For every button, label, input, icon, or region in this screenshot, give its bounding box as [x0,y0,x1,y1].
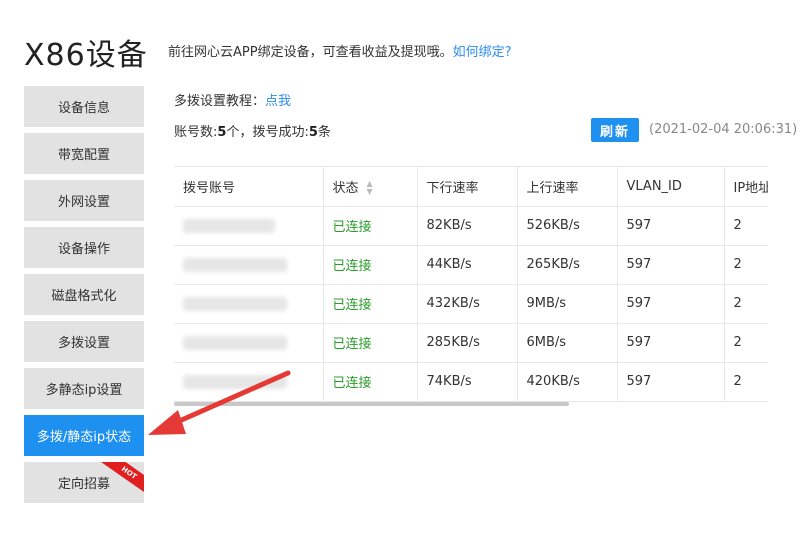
cell-down: 74KB/s [417,362,518,402]
table-row: 已连接 285KB/s 6MB/s 597 2 [174,323,768,363]
cell-status: 已连接 [323,245,418,285]
column-header-label: 上行速率 [526,180,579,196]
sidebar-item-label: 定向招募 [57,477,110,492]
cell-up: 9MB/s [517,284,618,324]
sidebar-item-label: 磁盘格式化 [51,289,117,304]
column-header-label: 拨号账号 [183,180,236,196]
summary-middle: 个，拨号成功: [226,125,309,140]
table-row: 已连接 44KB/s 265KB/s 597 2 [174,245,768,285]
summary-prefix: 账号数: [174,125,218,140]
column-header-label: 状态 [332,180,359,196]
cell-ip: 2 [724,323,768,363]
horizontal-scrollbar[interactable] [174,402,569,406]
sidebar-item-label: 外网设置 [57,195,110,210]
cell-up: 265KB/s [517,245,618,285]
cell-vlan: 597 [617,362,725,402]
cell-down: 82KB/s [417,206,518,246]
cell-down: 44KB/s [417,245,518,285]
cell-up: 420KB/s [517,362,618,402]
cell-vlan: 597 [617,206,725,246]
cell-ip: 2 [724,362,768,402]
redacted-account [183,374,287,389]
redacted-account [183,218,275,233]
tutorial-link[interactable]: 点我 [265,94,291,109]
cell-account [174,362,324,402]
column-header-label: VLAN_ID [626,178,682,194]
column-header-ip: IP地址 [724,167,769,207]
column-header-label: 下行速率 [426,180,479,196]
cell-account [174,206,324,246]
sidebar-item-wan[interactable]: 外网设置 [24,180,144,221]
sidebar: 设备信息 带宽配置 外网设置 设备操作 磁盘格式化 多拨设置 多静态ip设置 多… [24,86,144,509]
sidebar-item-label: 带宽配置 [57,148,110,163]
column-header-label: IP地址 [733,180,769,196]
bind-hint-text: 前往网心云APP绑定设备，可查看收益及提现哦。 [168,45,453,60]
success-count: 5 [308,125,318,140]
cell-ip: 2 [724,245,768,285]
sidebar-item-device-info[interactable]: 设备信息 [24,86,144,127]
cell-vlan: 597 [617,245,725,285]
sidebar-item-disk-format[interactable]: 磁盘格式化 [24,274,144,315]
cell-up: 6MB/s [517,323,618,363]
column-header-status[interactable]: 状态 ▲ ▼ [323,167,418,207]
table-row: 已连接 82KB/s 526KB/s 597 2 [174,206,768,246]
cell-status: 已连接 [323,323,418,363]
cell-status: 已连接 [323,362,418,402]
redacted-account [183,296,287,311]
sidebar-item-label: 多拨/静态ip状态 [36,430,132,445]
tutorial-label: 多拨设置教程： [174,94,266,109]
tutorial-line: 多拨设置教程：点我 [174,90,291,109]
sidebar-item-label: 多拨设置 [57,336,110,351]
cell-account [174,245,324,285]
refresh-timestamp: (2021-02-04 20:06:31) [649,122,798,137]
sidebar-item-multi-dial[interactable]: 多拨设置 [24,321,144,362]
cell-status: 已连接 [323,206,418,246]
column-header-vlan: VLAN_ID [617,167,725,207]
column-header-account: 拨号账号 [174,167,324,207]
cell-ip: 2 [724,206,768,246]
summary-suffix: 条 [317,125,331,140]
column-header-up: 上行速率 [517,167,618,207]
sidebar-item-label: 设备操作 [57,242,110,257]
dial-summary: 账号数:5个，拨号成功:5条 [174,121,331,140]
cell-down: 432KB/s [417,284,518,324]
sidebar-item-dial-status[interactable]: 多拨/静态ip状态 [24,415,144,456]
sort-icon[interactable]: ▲ ▼ [367,180,373,196]
dial-status-table: 拨号账号 状态 ▲ ▼ 下行速率 上行速率 VLAN_ID IP地址 已连接 82K… [174,166,768,406]
sidebar-item-label: 多静态ip设置 [45,383,123,398]
cell-account [174,323,324,363]
cell-ip: 2 [724,284,768,324]
cell-vlan: 597 [617,284,725,324]
cell-account [174,284,324,324]
refresh-button[interactable]: 刷新 [591,118,639,142]
table-row: 已连接 74KB/s 420KB/s 597 2 [174,362,768,402]
sidebar-item-bandwidth[interactable]: 带宽配置 [24,133,144,174]
column-header-down: 下行速率 [417,167,518,207]
cell-down: 285KB/s [417,323,518,363]
cell-up: 526KB/s [517,206,618,246]
sidebar-item-multi-static-ip[interactable]: 多静态ip设置 [24,368,144,409]
table-header-row: 拨号账号 状态 ▲ ▼ 下行速率 上行速率 VLAN_ID IP地址 [174,167,769,207]
sidebar-item-device-ops[interactable]: 设备操作 [24,227,144,268]
redacted-account [183,335,287,350]
cell-status: 已连接 [323,284,418,324]
cell-vlan: 597 [617,323,725,363]
page-title: X86设备 [24,38,148,73]
redacted-account [183,257,287,272]
sidebar-item-label: 设备信息 [57,101,110,116]
how-to-bind-link[interactable]: 如何绑定? [453,45,512,60]
table-row: 已连接 432KB/s 9MB/s 597 2 [174,284,768,324]
bind-hint: 前往网心云APP绑定设备，可查看收益及提现哦。如何绑定? [168,41,511,60]
sidebar-item-recruit[interactable]: 定向招募 HOT [24,462,144,503]
